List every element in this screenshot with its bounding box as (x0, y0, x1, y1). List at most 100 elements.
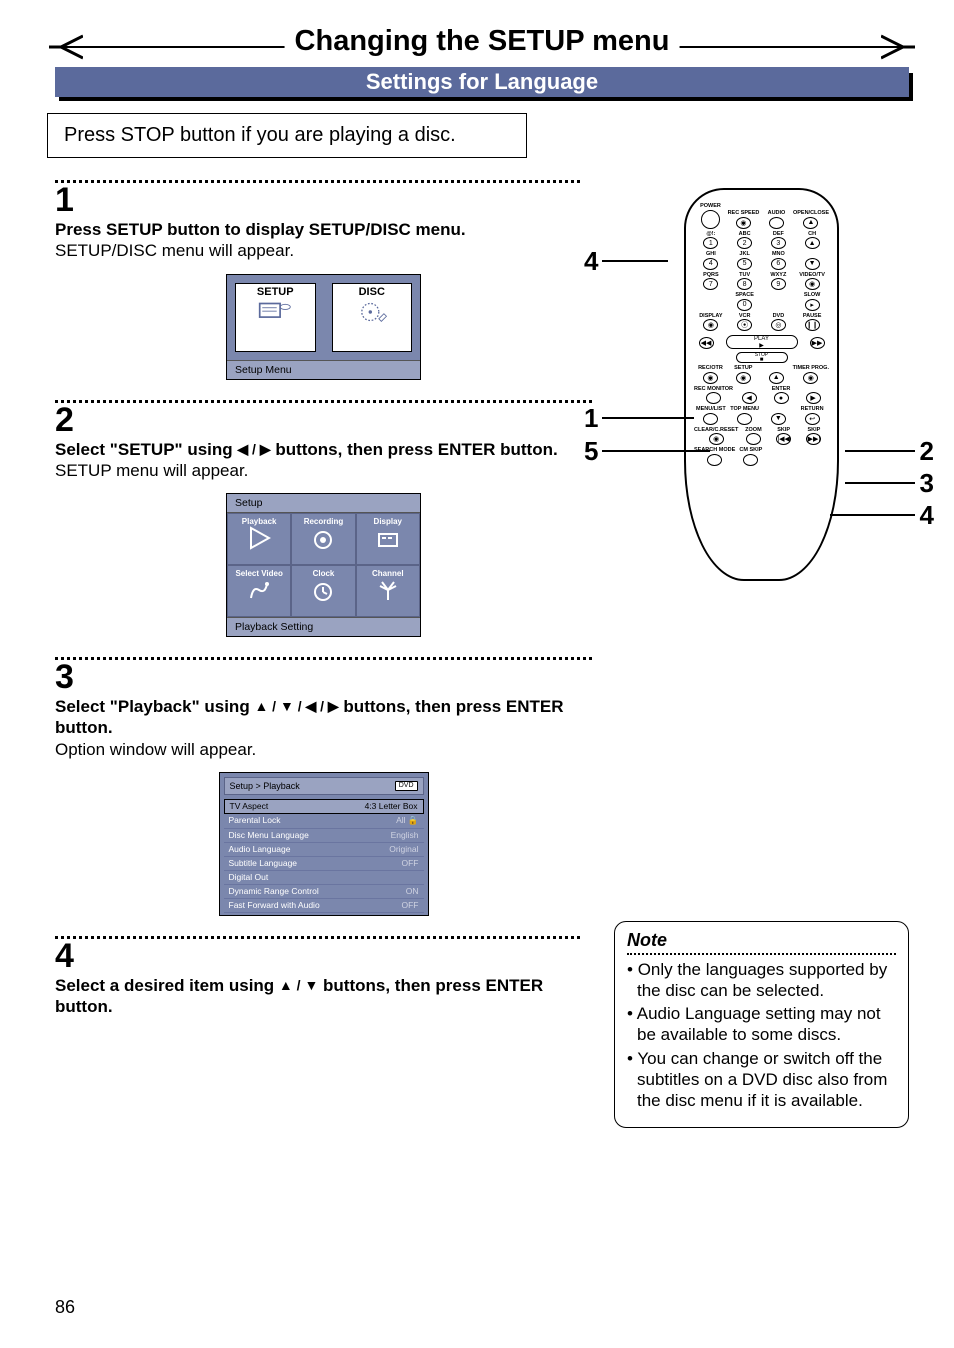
section-subtitle-bar: Settings for Language (55, 67, 909, 103)
play-icon (247, 526, 271, 550)
return-button[interactable]: ↩ (805, 413, 820, 425)
pause-button[interactable]: ❙❙ (805, 319, 820, 331)
step-3-heading: Select "Playback" using ▲ / ▼ / ◀ / ▶ bu… (55, 696, 592, 739)
playback-row: Digital Out (224, 871, 424, 885)
display-icon (376, 526, 400, 550)
enter-button[interactable]: ● (774, 392, 789, 404)
step-2: 2 Select "SETUP" using ◀ / ▶ buttons, th… (55, 400, 592, 638)
setup-menu-figure: Setup Playback Recording Display Select … (226, 493, 421, 637)
play-button[interactable]: PLAY▶ (726, 335, 798, 349)
search-mode-button[interactable] (707, 454, 722, 466)
setup-cell-display: Display (356, 513, 420, 565)
menu-card-disc: DISC (332, 283, 413, 352)
setup-button[interactable]: ◉ (736, 372, 751, 384)
playback-row: Dynamic Range ControlON (224, 885, 424, 899)
step-4-heading: Select a desired item using ▲ / ▼ button… (55, 975, 592, 1018)
fast-forward-button[interactable]: ▶▶ (810, 337, 825, 349)
callout-1-left: 1 (584, 403, 598, 434)
setup-disc-menu-figure: SETUP DISC (226, 274, 421, 380)
page-number: 86 (55, 1297, 75, 1318)
ch-down-button[interactable]: ▼ (805, 258, 820, 270)
open-close-button[interactable]: ▲ (803, 217, 818, 229)
key-3-button[interactable]: 3 (771, 237, 786, 249)
menu-list-button[interactable] (703, 413, 718, 425)
setup-cell-playback: Playback (227, 513, 291, 565)
step-1: 1 Press SETUP button to display SETUP/DI… (55, 180, 592, 380)
key-9-button[interactable]: 9 (771, 278, 786, 290)
setup-cell-clock: Clock (291, 565, 355, 617)
note-box: Note Only the languages supported by the… (614, 921, 909, 1129)
key-4-button[interactable]: 4 (703, 258, 718, 270)
playback-row: Subtitle LanguageOFF (224, 857, 424, 871)
rewind-button[interactable]: ◀◀ (699, 337, 714, 349)
callout-4-left: 4 (584, 246, 598, 277)
menu-footer: Setup Menu (227, 360, 420, 379)
stop-button[interactable]: STOP■ (736, 352, 788, 363)
record-icon (311, 526, 335, 550)
setup-cell-channel: Channel (356, 565, 420, 617)
step-2-number: 2 (55, 403, 592, 437)
key-0-button[interactable]: 0 (737, 299, 752, 311)
step-4: 4 Select a desired item using ▲ / ▼ butt… (55, 936, 592, 1018)
title-decor-left-icon (49, 32, 83, 62)
rec-monitor-button[interactable] (706, 392, 721, 404)
title-decor-right-icon (881, 32, 915, 62)
setup-cell-recording: Recording (291, 513, 355, 565)
cable-icon (247, 578, 271, 602)
remote-control-figure: 4 1 5 2 3 4 POWER REC SPEED◉ (614, 188, 909, 581)
rec-otr-button[interactable]: ◉ (703, 372, 718, 384)
note-title: Note (627, 930, 896, 951)
timer-prog-button[interactable]: ◉ (803, 372, 818, 384)
setup-card-icon (258, 300, 292, 324)
udlr-arrows-icon: ▲ / ▼ / ◀ / ▶ (254, 698, 338, 714)
section-subtitle: Settings for Language (55, 67, 909, 97)
key-1-button[interactable]: 1 (703, 237, 718, 249)
skip-back-button[interactable]: |◀◀ (776, 433, 791, 445)
playback-options-figure: Setup > PlaybackDVD TV Aspect4:3 Letter … (219, 772, 429, 916)
callout-3-right: 3 (920, 468, 934, 499)
page-title-bar: Changing the SETUP menu (55, 25, 909, 63)
rec-speed-button[interactable]: ◉ (736, 217, 751, 229)
cm-skip-button[interactable] (743, 454, 758, 466)
up-down-arrows-icon: ▲ / ▼ (279, 977, 318, 993)
dvd-badge: DVD (395, 781, 418, 791)
nav-left-button[interactable]: ◀ (742, 392, 757, 404)
note-item: Only the languages supported by the disc… (627, 959, 896, 1002)
nav-up-button[interactable]: ▲ (769, 372, 784, 384)
slow-button[interactable]: ▸ (805, 299, 820, 311)
power-button[interactable] (701, 210, 720, 229)
step-4-number: 4 (55, 939, 592, 973)
step-1-body: SETUP/DISC menu will appear. (55, 240, 592, 261)
zoom-button[interactable] (746, 433, 761, 445)
audio-button[interactable] (769, 217, 784, 229)
playback-row: Fast Forward with AudioOFF (224, 899, 424, 913)
playback-row: Audio LanguageOriginal (224, 843, 424, 857)
top-menu-button[interactable] (737, 413, 752, 425)
video-tv-button[interactable]: ◉ (805, 278, 820, 290)
vcr-button[interactable]: ⦿ (737, 319, 752, 331)
step-1-number: 1 (55, 183, 592, 217)
ch-up-button[interactable]: ▲ (805, 237, 820, 249)
clear-reset-button[interactable]: ◉ (709, 433, 724, 445)
step-3-body: Option window will appear. (55, 739, 592, 760)
left-right-arrows-icon: ◀ / ▶ (237, 441, 270, 457)
step-2-heading: Select "SETUP" using ◀ / ▶ buttons, then… (55, 439, 592, 460)
playback-row: Disc Menu LanguageEnglish (224, 829, 424, 843)
nav-down-button[interactable]: ▼ (771, 413, 786, 425)
key-2-button[interactable]: 2 (737, 237, 752, 249)
step-3-number: 3 (55, 660, 592, 694)
callout-5-left: 5 (584, 436, 598, 467)
key-8-button[interactable]: 8 (737, 278, 752, 290)
key-5-button[interactable]: 5 (737, 258, 752, 270)
skip-fwd-button[interactable]: ▶▶| (806, 433, 821, 445)
playback-row: TV Aspect4:3 Letter Box (224, 799, 424, 814)
intro-note: Press STOP button if you are playing a d… (47, 113, 527, 158)
key-7-button[interactable]: 7 (703, 278, 718, 290)
dvd-button[interactable]: ◎ (771, 319, 786, 331)
nav-right-button[interactable]: ▶ (806, 392, 821, 404)
step-3: 3 Select "Playback" using ▲ / ▼ / ◀ / ▶ … (55, 657, 592, 916)
key-6-button[interactable]: 6 (771, 258, 786, 270)
display-button[interactable]: ◉ (703, 319, 718, 331)
page-title: Changing the SETUP menu (285, 25, 680, 58)
step-1-heading: Press SETUP button to display SETUP/DISC… (55, 219, 592, 240)
